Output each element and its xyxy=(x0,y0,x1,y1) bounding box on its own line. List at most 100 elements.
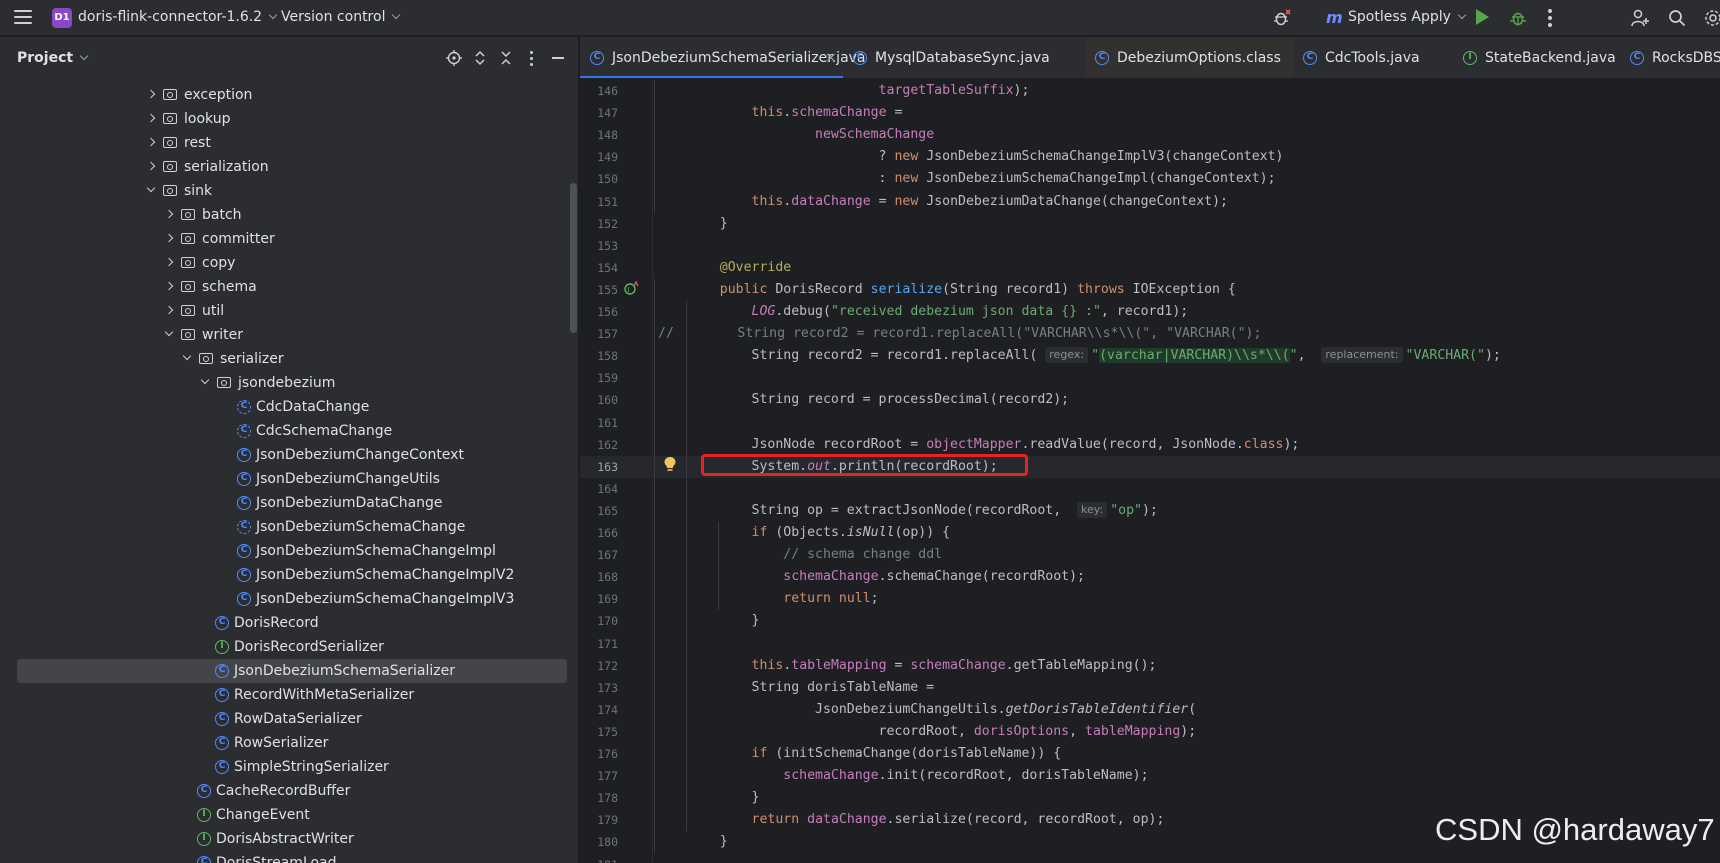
code-line[interactable]: 148 newSchemaChange xyxy=(580,124,1720,146)
override-method-gutter-icon[interactable]: I xyxy=(623,280,639,296)
code-line[interactable]: 147 this.schemaChange = xyxy=(580,102,1720,124)
tree-folder-writer[interactable]: writer xyxy=(0,323,578,347)
run-icon[interactable] xyxy=(1476,9,1489,25)
tree-item-JsonDebeziumChangeUtils[interactable]: C JsonDebeziumChangeUtils xyxy=(0,467,578,491)
chevron-down-icon[interactable] xyxy=(164,327,174,337)
tree-item-DorisStreamLoad[interactable]: C DorisStreamLoad xyxy=(0,851,578,863)
editor-tab[interactable]: C MysqlDatabaseSync.java xyxy=(843,37,1085,78)
tree-item-JsonDebeziumChangeContext[interactable]: C JsonDebeziumChangeContext xyxy=(0,443,578,467)
code-line[interactable]: 160 String record = processDecimal(recor… xyxy=(580,389,1720,411)
code-line[interactable]: 173 String dorisTableName = xyxy=(580,677,1720,699)
tree-item-DorisRecordSerializer[interactable]: I DorisRecordSerializer xyxy=(0,635,578,659)
code-line[interactable]: 166 if (Objects.isNull(op)) { xyxy=(580,522,1720,544)
tree-item-CdcDataChange[interactable]: C CdcDataChange xyxy=(0,395,578,419)
code-line[interactable]: 176 if (initSchemaChange(dorisTableName)… xyxy=(580,743,1720,765)
code-line[interactable]: 168 schemaChange.schemaChange(recordRoot… xyxy=(580,566,1720,588)
debug-icon[interactable] xyxy=(1508,8,1528,28)
chevron-right-icon[interactable] xyxy=(146,137,156,147)
locate-icon[interactable] xyxy=(446,50,462,66)
code-line[interactable]: 165 String op = extractJsonNode(recordRo… xyxy=(580,500,1720,522)
code-line[interactable]: 156 LOG.debug("received debezium json da… xyxy=(580,301,1720,323)
project-view-selector[interactable]: Project xyxy=(17,50,89,66)
tree-item-DorisAbstractWriter[interactable]: I DorisAbstractWriter xyxy=(0,827,578,851)
lightbulb-icon[interactable] xyxy=(663,456,677,472)
chevron-down-icon[interactable] xyxy=(200,375,210,385)
tree-item-ChangeEvent[interactable]: I ChangeEvent xyxy=(0,803,578,827)
tree-item-CacheRecordBuffer[interactable]: C CacheRecordBuffer xyxy=(0,779,578,803)
project-scrollbar[interactable] xyxy=(570,183,577,333)
code-line[interactable]: 170 } xyxy=(580,610,1720,632)
tree-folder-schema[interactable]: schema xyxy=(0,275,578,299)
code-line[interactable]: 155 public DorisRecord serialize(String … xyxy=(580,279,1720,301)
version-control-menu[interactable]: Version control xyxy=(281,9,401,25)
close-tab-icon[interactable]: × xyxy=(825,37,837,78)
code-line[interactable]: 158 String record2 = record1.replaceAll(… xyxy=(580,345,1720,367)
chevron-right-icon[interactable] xyxy=(146,89,156,99)
tree-folder-committer[interactable]: committer xyxy=(0,227,578,251)
chevron-right-icon[interactable] xyxy=(146,161,156,171)
chevron-right-icon[interactable] xyxy=(164,209,174,219)
hamburger-menu-icon[interactable] xyxy=(14,10,32,24)
collapse-all-icon[interactable] xyxy=(498,50,514,66)
tree-folder-copy[interactable]: copy xyxy=(0,251,578,275)
code-line[interactable]: 154 @Override xyxy=(580,257,1720,279)
project-selector[interactable]: doris-flink-connector-1.6.2 xyxy=(78,9,278,25)
tree-item-RowDataSerializer[interactable]: C RowDataSerializer xyxy=(0,707,578,731)
tree-item-JsonDebeziumSchemaChangeImplV2[interactable]: C JsonDebeziumSchemaChangeImplV2 xyxy=(0,563,578,587)
code-line[interactable]: 150 : new JsonDebeziumSchemaChangeImpl(c… xyxy=(580,168,1720,190)
tree-item-JsonDebeziumSchemaChangeImplV3[interactable]: C JsonDebeziumSchemaChangeImplV3 xyxy=(0,587,578,611)
search-icon[interactable] xyxy=(1668,9,1686,27)
tree-folder-lookup[interactable]: lookup xyxy=(0,107,578,131)
bug-icon[interactable] xyxy=(1272,8,1292,28)
tree-folder-serialization[interactable]: serialization xyxy=(0,155,578,179)
code-line[interactable]: 153 xyxy=(580,235,1720,257)
editor-tab[interactable]: I StateBackend.java xyxy=(1453,37,1620,78)
tree-item-JsonDebeziumDataChange[interactable]: C JsonDebeziumDataChange xyxy=(0,491,578,515)
tree-item-RecordWithMetaSerializer[interactable]: C RecordWithMetaSerializer xyxy=(0,683,578,707)
chevron-right-icon[interactable] xyxy=(164,305,174,315)
code-line[interactable]: 164 xyxy=(580,478,1720,500)
code-line[interactable]: 175 recordRoot, dorisOptions, tableMappi… xyxy=(580,721,1720,743)
code-line[interactable]: 172 this.tableMapping = schemaChange.get… xyxy=(580,655,1720,677)
chevron-right-icon[interactable] xyxy=(164,257,174,267)
tree-folder-sink[interactable]: sink xyxy=(0,179,578,203)
code-line[interactable]: 149 ? new JsonDebeziumSchemaChangeImplV3… xyxy=(580,146,1720,168)
chevron-right-icon[interactable] xyxy=(146,113,156,123)
settings-icon[interactable] xyxy=(1703,8,1720,28)
tree-folder-jsondebezium[interactable]: jsondebezium xyxy=(0,371,578,395)
tree-folder-util[interactable]: util xyxy=(0,299,578,323)
editor-tab[interactable]: C RocksDBSta xyxy=(1620,37,1720,78)
code-line[interactable]: 161 xyxy=(580,412,1720,434)
code-line[interactable]: 178 } xyxy=(580,787,1720,809)
code-line[interactable]: 174 JsonDebeziumChangeUtils.getDorisTabl… xyxy=(580,699,1720,721)
tree-item-JsonDebeziumSchemaChangeImpl[interactable]: C JsonDebeziumSchemaChangeImpl xyxy=(0,539,578,563)
code-line[interactable]: 146 targetTableSuffix); xyxy=(580,80,1720,102)
code-line[interactable]: 151 this.dataChange = new JsonDebeziumDa… xyxy=(580,191,1720,213)
tree-folder-rest[interactable]: rest xyxy=(0,131,578,155)
editor-tab[interactable]: C JsonDebeziumSchemaSerializer.java × xyxy=(580,37,866,78)
add-user-icon[interactable] xyxy=(1630,8,1650,28)
editor-tab[interactable]: C DebeziumOptions.class xyxy=(1085,37,1293,78)
more-actions-icon[interactable] xyxy=(1548,9,1552,30)
chevron-right-icon[interactable] xyxy=(164,233,174,243)
code-line[interactable]: 167 // schema change ddl xyxy=(580,544,1720,566)
hide-panel-icon[interactable] xyxy=(550,50,566,66)
tree-item-RowSerializer[interactable]: C RowSerializer xyxy=(0,731,578,755)
code-line[interactable]: 159 xyxy=(580,367,1720,389)
tree-item-DorisRecord[interactable]: C DorisRecord xyxy=(0,611,578,635)
code-line[interactable]: 152 } xyxy=(580,213,1720,235)
project-badge[interactable]: D1 xyxy=(52,8,72,28)
expand-all-icon[interactable] xyxy=(472,50,488,66)
tree-item-JsonDebeziumSchemaSerializer[interactable]: C JsonDebeziumSchemaSerializer xyxy=(17,659,567,683)
tree-item-SimpleStringSerializer[interactable]: C SimpleStringSerializer xyxy=(0,755,578,779)
code-line[interactable]: 181 xyxy=(580,854,1720,863)
code-line[interactable]: 157 // String record2 = record1.replaceAl… xyxy=(580,323,1720,345)
tree-folder-serializer[interactable]: serializer xyxy=(0,347,578,371)
code-line[interactable]: 162 JsonNode recordRoot = objectMapper.r… xyxy=(580,434,1720,456)
chevron-right-icon[interactable] xyxy=(164,281,174,291)
chevron-down-icon[interactable] xyxy=(182,351,192,361)
code-line[interactable]: 169 return null; xyxy=(580,588,1720,610)
tree-folder-exception[interactable]: exception xyxy=(0,83,578,107)
editor-tab[interactable]: C CdcTools.java xyxy=(1293,37,1453,78)
code-line[interactable]: 177 schemaChange.init(recordRoot, dorisT… xyxy=(580,765,1720,787)
